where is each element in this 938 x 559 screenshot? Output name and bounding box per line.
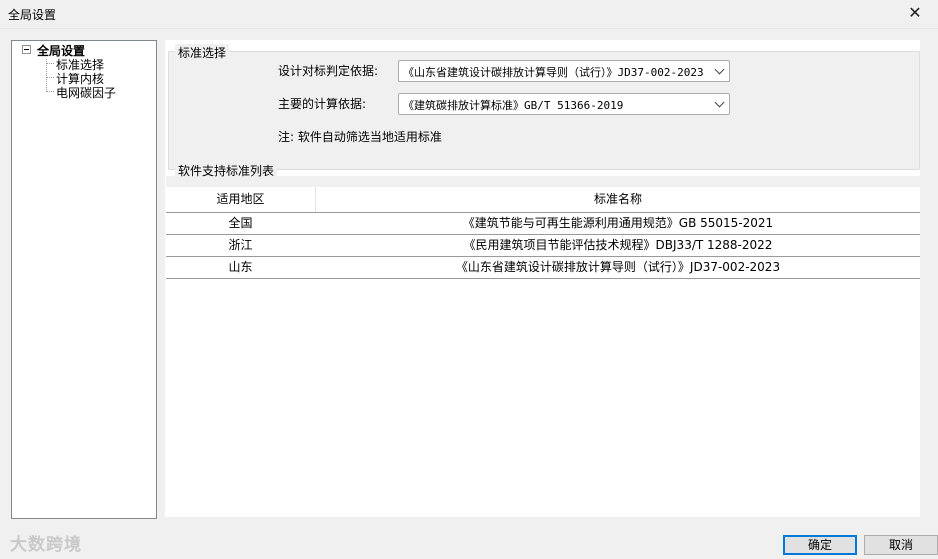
table-row[interactable]: 全国 《建筑节能与可再生能源利用通用规范》GB 55015-2021: [166, 213, 920, 235]
column-header-region[interactable]: 适用地区: [166, 187, 316, 212]
title-bar: 全局设置 ✕: [0, 0, 938, 28]
close-icon[interactable]: ✕: [892, 0, 938, 28]
region-cell: 全国: [228, 216, 253, 230]
table-header: 适用地区 标准名称: [166, 187, 920, 213]
filter-note: 注: 软件自动筛选当地适用标准: [278, 130, 442, 144]
title-separator: [0, 28, 938, 29]
table-row[interactable]: 山东 《山东省建筑设计碳排放计算导则（试行）》JD37-002-2023: [166, 257, 920, 279]
region-cell: 浙江: [228, 238, 253, 252]
tree-item-label: 电网碳因子: [56, 86, 117, 100]
calc-basis-label: 主要的计算依据:: [278, 97, 367, 111]
settings-tree: 全局设置 标准选择 计算内核 电网碳因子: [11, 40, 157, 519]
ok-button[interactable]: 确定: [783, 535, 857, 555]
collapse-icon[interactable]: [22, 45, 31, 54]
window-title: 全局设置: [8, 8, 57, 22]
tree-connector: [46, 63, 54, 64]
standard-name-cell: 《民用建筑项目节能评估技术规程》DBJ33/T 1288-2022: [463, 238, 773, 252]
chevron-down-icon[interactable]: [714, 97, 725, 108]
table-row[interactable]: 浙江 《民用建筑项目节能评估技术规程》DBJ33/T 1288-2022: [166, 235, 920, 257]
standard-name-cell: 《山东省建筑设计碳排放计算导则（试行）》JD37-002-2023: [455, 260, 781, 274]
standards-table: 适用地区 标准名称 全国 《建筑节能与可再生能源利用通用规范》GB 55015-…: [166, 187, 920, 279]
group-title: 标准选择: [175, 44, 230, 61]
calc-basis-select[interactable]: 《建筑碳排放计算标准》GB/T 51366-2019: [398, 93, 730, 115]
cancel-button[interactable]: 取消: [864, 535, 938, 555]
watermark-logo: 大数跨境: [10, 535, 82, 555]
tree-connector: [46, 77, 54, 78]
design-basis-label: 设计对标判定依据:: [278, 64, 379, 78]
standard-name-cell: 《建筑节能与可再生能源利用通用规范》GB 55015-2021: [462, 216, 774, 230]
tree-connector: [46, 91, 54, 92]
calc-basis-value: 《建筑碳排放计算标准》GB/T 51366-2019: [403, 99, 624, 112]
column-header-standard-name[interactable]: 标准名称: [316, 187, 920, 212]
design-basis-select[interactable]: 《山东省建筑设计碳排放计算导则（试行）》JD37-002-2023: [398, 60, 730, 82]
supported-standards-title: 软件支持标准列表: [175, 162, 278, 179]
design-basis-value: 《山东省建筑设计碳排放计算导则（试行）》JD37-002-2023: [403, 66, 704, 79]
list-header-band: [166, 176, 920, 187]
region-cell: 山东: [228, 260, 253, 274]
chevron-down-icon[interactable]: [714, 64, 725, 75]
